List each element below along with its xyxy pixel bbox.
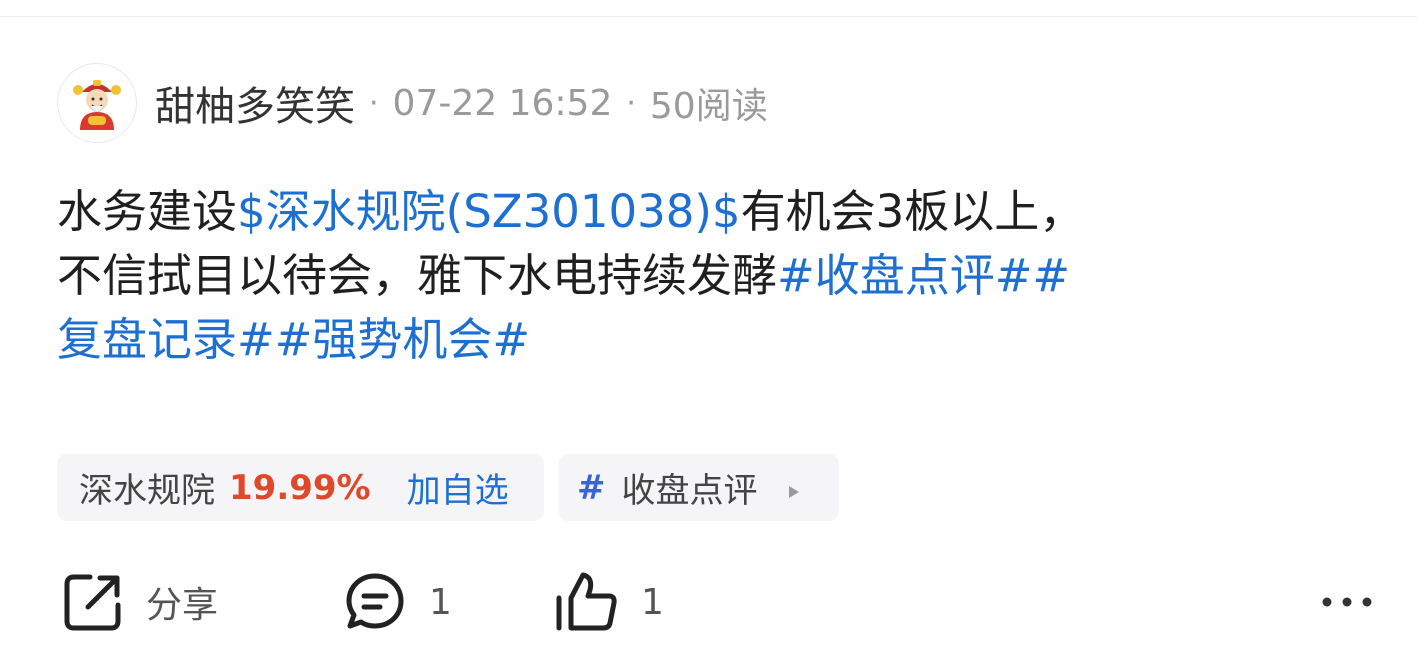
- like-button[interactable]: 1: [555, 570, 664, 634]
- top-divider: [0, 16, 1417, 17]
- share-button[interactable]: 分享: [62, 570, 218, 634]
- comment-count: 1: [429, 581, 452, 623]
- add-watchlist-button[interactable]: 加自选: [407, 463, 509, 512]
- post-meta: 甜柚多笑笑 · 07-22 16:52 · 50阅读: [155, 74, 768, 132]
- post-header: 甜柚多笑笑 · 07-22 16:52 · 50阅读: [57, 62, 768, 144]
- avatar[interactable]: [57, 63, 137, 143]
- comment-icon: [346, 573, 404, 629]
- topic-link[interactable]: #收盘点评##: [777, 249, 1070, 302]
- stock-change: 19.99%: [229, 467, 371, 508]
- content-line: 复盘记录##强势机会#: [57, 308, 1377, 372]
- action-bar: 分享 1 1: [62, 570, 1382, 634]
- content-text: 水务建设: [57, 185, 238, 238]
- topic-name: 收盘点评: [621, 471, 758, 511]
- more-button[interactable]: [1321, 570, 1373, 634]
- meta-separator: ·: [626, 85, 636, 121]
- play-icon: [788, 468, 800, 508]
- hash-icon: #: [577, 467, 606, 508]
- caishen-avatar-icon: [73, 80, 121, 130]
- stock-chip[interactable]: 深水规院 19.99% 加自选: [57, 454, 544, 521]
- tag-chips: 深水规院 19.99% 加自选 # 收盘点评: [57, 454, 839, 521]
- stock-name: 深水规院: [79, 471, 215, 511]
- meta-separator: ·: [369, 85, 379, 121]
- topic-link[interactable]: 复盘记录##强势机会#: [57, 313, 530, 366]
- post-time: 07-22 16:52: [392, 82, 613, 124]
- content-line: 水务建设$深水规院(SZ301038)$有机会3板以上，: [57, 180, 1377, 244]
- share-icon: [64, 574, 121, 631]
- read-count: 50阅读: [649, 86, 768, 127]
- content-line: 不信拭目以待会，雅下水电持续发酵#收盘点评##: [57, 244, 1377, 308]
- like-count: 1: [641, 581, 664, 623]
- author-name[interactable]: 甜柚多笑笑: [155, 74, 355, 132]
- content-text: 有机会3板以上，: [740, 185, 1085, 238]
- post-content: 水务建设$深水规院(SZ301038)$有机会3板以上， 不信拭目以待会，雅下水…: [57, 180, 1377, 372]
- comment-button[interactable]: 1: [343, 570, 452, 634]
- content-text: 不信拭目以待会，雅下水电持续发酵: [57, 249, 778, 302]
- more-icon: [1322, 597, 1372, 607]
- thumbs-up-icon: [556, 572, 617, 631]
- topic-chip[interactable]: # 收盘点评: [559, 454, 839, 521]
- stock-link[interactable]: $深水规院(SZ301038)$: [237, 185, 741, 238]
- share-label: 分享: [146, 585, 219, 626]
